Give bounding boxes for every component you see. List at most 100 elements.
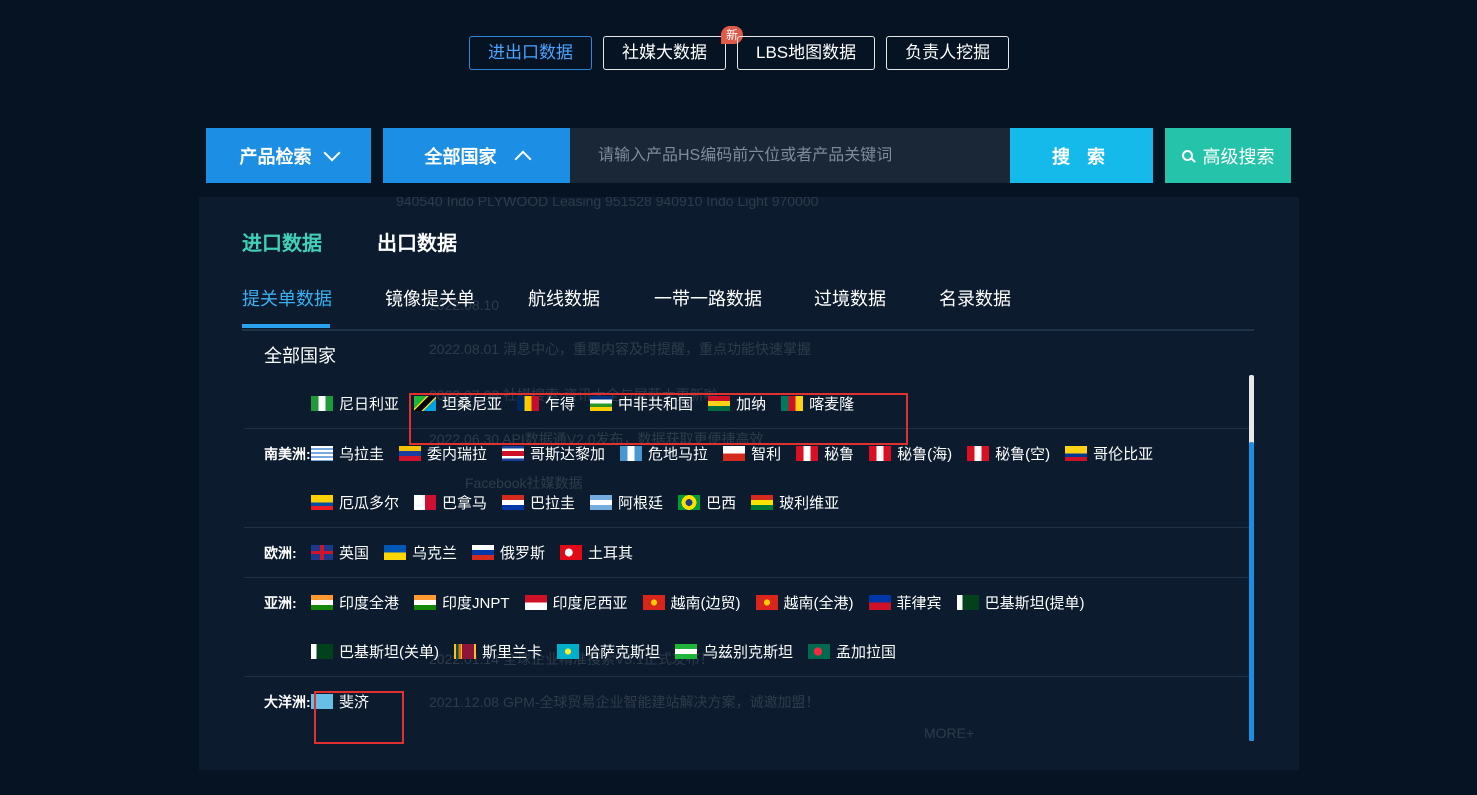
tab-directory-data[interactable]: 名录数据 xyxy=(939,285,1011,311)
country-option[interactable]: 巴拉圭 xyxy=(502,492,575,513)
country-name: 玻利维亚 xyxy=(779,495,840,512)
country-name: 哥伦比亚 xyxy=(1093,446,1154,463)
country-name: 乌兹别克斯坦 xyxy=(703,644,794,661)
tab-lbs-map-data[interactable]: LBS地图数据 xyxy=(737,36,876,70)
tab-label: 进出口数据 xyxy=(488,43,573,62)
country-option[interactable]: 巴基斯坦(关单) xyxy=(311,641,439,662)
country-option[interactable]: 智利 xyxy=(723,443,781,464)
bangladesh-flag-icon xyxy=(808,644,831,659)
venezuela-flag-icon xyxy=(399,446,422,461)
scrollbar-track[interactable] xyxy=(1249,375,1254,741)
search-input[interactable] xyxy=(570,128,1010,183)
highlight-box xyxy=(314,691,404,744)
indonesia-flag-icon xyxy=(524,595,547,610)
country-name: 越南(边贸) xyxy=(670,595,741,612)
country-option[interactable]: 尼日利亚 xyxy=(311,393,399,414)
country-option[interactable]: 厄瓜多尔 xyxy=(311,492,399,513)
sri-lanka-flag-icon xyxy=(454,644,476,659)
country-name: 秘鲁(海) xyxy=(897,446,953,463)
country-name: 巴西 xyxy=(706,495,737,512)
country-list: 英国 乌克兰 俄罗斯 土耳其 xyxy=(311,542,648,563)
country-name: 秘鲁 xyxy=(824,446,855,463)
country-name: 乌拉圭 xyxy=(339,446,385,463)
country-option[interactable]: 哥伦比亚 xyxy=(1065,443,1153,464)
turkey-flag-icon xyxy=(560,545,583,560)
country-option[interactable]: 印度全港 xyxy=(311,592,399,613)
tab-belt-road-data[interactable]: 一带一路数据 xyxy=(654,285,762,311)
peru-flag-icon xyxy=(869,446,892,461)
top-tabs: 进出口数据 社媒大数据新 LBS地图数据 负责人挖掘 xyxy=(469,26,1010,70)
all-countries-option[interactable]: 全部国家 xyxy=(264,342,336,368)
chile-flag-icon xyxy=(723,446,746,461)
country-option[interactable]: 乌兹别克斯坦 xyxy=(675,641,793,662)
country-option[interactable]: 巴拿马 xyxy=(414,492,487,513)
scrollbar-thumb[interactable] xyxy=(1249,442,1254,741)
vietnam-flag-icon xyxy=(642,595,665,610)
tab-contact-mining[interactable]: 负责人挖掘 xyxy=(886,36,1010,70)
tab-transit-data[interactable]: 过境数据 xyxy=(814,285,886,311)
country-name: 尼日利亚 xyxy=(339,396,400,413)
tab-label: 负责人挖掘 xyxy=(905,43,991,62)
region-asia: 亚洲: 印度全港 印度JNPT 印度尼西亚 越南(边贸) 越南(全港) 菲律宾 巴基斯坦(提单… xyxy=(244,578,1249,677)
country-name: 阿根廷 xyxy=(618,495,664,512)
tab-bill-of-lading[interactable]: 提关单数据 xyxy=(242,285,332,311)
country-name: 秘鲁(空) xyxy=(995,446,1051,463)
country-option[interactable]: 越南(边贸) xyxy=(642,592,741,613)
country-name: 巴基斯坦(提单) xyxy=(984,595,1085,612)
uzbekistan-flag-icon xyxy=(675,644,698,659)
country-option[interactable]: 乌拉圭 xyxy=(311,443,384,464)
tab-import-export-data[interactable]: 进出口数据 xyxy=(469,36,592,70)
country-option[interactable]: 巴基斯坦(提单) xyxy=(956,592,1085,613)
tab-social-media-data[interactable]: 社媒大数据新 xyxy=(603,26,743,70)
country-option[interactable]: 玻利维亚 xyxy=(751,492,839,513)
country-option[interactable]: 俄罗斯 xyxy=(472,542,545,563)
advanced-search-label: 高级搜索 xyxy=(1202,146,1275,167)
country-name: 巴拿马 xyxy=(442,495,488,512)
bolivia-flag-icon xyxy=(751,495,774,510)
country-option[interactable]: 秘鲁(海) xyxy=(869,443,952,464)
country-option[interactable]: 孟加拉国 xyxy=(808,641,896,662)
country-name: 斯里兰卡 xyxy=(482,644,543,661)
country-option[interactable]: 斯里兰卡 xyxy=(454,641,542,662)
tab-mirror-bill[interactable]: 镜像提关单 xyxy=(385,285,475,311)
advanced-search-button[interactable]: 高级搜索 xyxy=(1165,128,1291,183)
search-button-label: 搜 索 xyxy=(1051,146,1111,167)
country-option[interactable]: 危地马拉 xyxy=(620,443,708,464)
india-flag-icon xyxy=(414,595,437,610)
country-name: 印度尼西亚 xyxy=(552,595,628,612)
country-option[interactable]: 秘鲁 xyxy=(796,443,854,464)
tab-export-data[interactable]: 出口数据 xyxy=(377,227,457,256)
chevron-up-icon xyxy=(514,150,531,167)
region-label: 大洋洲: xyxy=(264,693,311,710)
country-option[interactable]: 乌克兰 xyxy=(384,542,457,563)
country-option[interactable]: 越南(全港) xyxy=(755,592,854,613)
country-select-label: 全部国家 xyxy=(424,146,497,167)
country-name: 孟加拉国 xyxy=(836,644,897,661)
country-option[interactable]: 阿根廷 xyxy=(590,492,663,513)
brazil-flag-icon xyxy=(678,495,701,510)
data-type-tabs: 提关单数据 镜像提关单 航线数据 一带一路数据 过境数据 名录数据 xyxy=(242,285,1254,331)
country-select[interactable]: 全部国家 xyxy=(383,128,570,183)
search-button[interactable]: 搜 索 xyxy=(1010,128,1153,183)
country-name: 菲律宾 xyxy=(896,595,942,612)
country-option[interactable]: 印度JNPT xyxy=(414,592,510,613)
country-option[interactable]: 英国 xyxy=(311,542,369,563)
country-option[interactable]: 哥斯达黎加 xyxy=(502,443,605,464)
country-option[interactable]: 菲律宾 xyxy=(868,592,942,613)
vietnam-flag-icon xyxy=(755,595,778,610)
country-option[interactable]: 委内瑞拉 xyxy=(399,443,487,464)
uruguay-flag-icon xyxy=(311,446,333,461)
tab-route-data[interactable]: 航线数据 xyxy=(528,285,600,311)
product-search-select[interactable]: 产品检索 xyxy=(206,128,371,183)
country-option[interactable]: 土耳其 xyxy=(560,542,633,563)
country-option[interactable]: 哈萨克斯坦 xyxy=(557,641,660,662)
kazakhstan-flag-icon xyxy=(557,644,580,659)
country-option[interactable]: 印度尼西亚 xyxy=(524,592,628,613)
country-name: 越南(全港) xyxy=(783,595,854,612)
country-name: 乌克兰 xyxy=(412,545,458,562)
ukraine-flag-icon xyxy=(384,545,407,560)
country-option[interactable]: 巴西 xyxy=(678,492,736,513)
country-option[interactable]: 秘鲁(空) xyxy=(967,443,1050,464)
tab-import-data[interactable]: 进口数据 xyxy=(242,227,322,256)
country-dropdown-panel: 940540 Indo PLYWOOD Leasing 951528 94091… xyxy=(199,197,1299,770)
